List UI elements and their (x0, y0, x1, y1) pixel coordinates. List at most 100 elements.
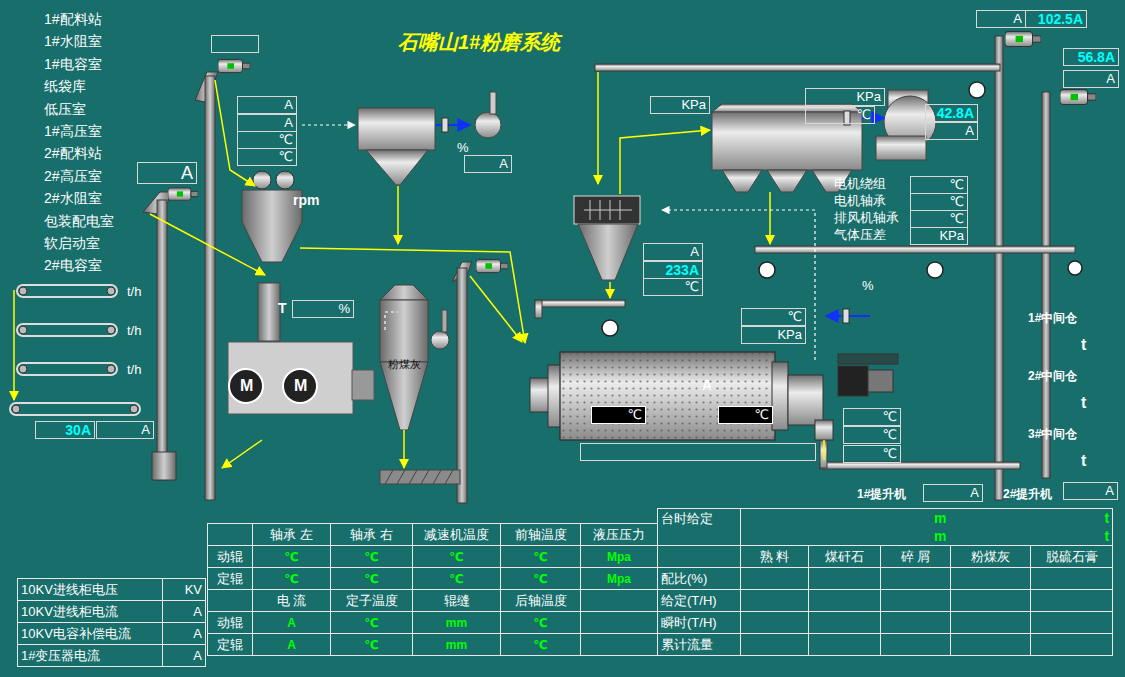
table-row: 定辊℃℃℃℃Mpa (208, 568, 658, 590)
belt-rollers (12, 287, 138, 413)
bin-unit: t (1081, 335, 1086, 354)
readout-value: % (338, 301, 350, 316)
roller-press (228, 171, 374, 414)
readout-box: KPa (805, 88, 885, 106)
table-cell: Mpa (581, 546, 658, 568)
table-cell: A (253, 612, 331, 634)
elevator-name: 1#提升机 (857, 487, 906, 501)
unit-text: A (163, 645, 206, 667)
screen-title: 石嘴山1#粉磨系统 (398, 30, 560, 54)
room-item: 2#高压室 (44, 165, 114, 187)
empty-readout (211, 35, 259, 53)
readout-value: ℃ (856, 107, 871, 122)
unit-text: A (287, 616, 296, 630)
readout-box: A (976, 10, 1026, 28)
table-row: 累计流量 (658, 634, 1113, 656)
elevator-name: 2#提升机 (1003, 487, 1052, 501)
setpoint-unit: t (1104, 509, 1109, 527)
unit-text: A (287, 638, 296, 652)
table-row: 10KV进线柜电压KV (18, 579, 206, 601)
table-row: 1#变压器电流A (18, 645, 206, 667)
feeder-rate-unit: t/h (127, 323, 141, 339)
readout-value: 30A (65, 422, 91, 438)
elevator-unit: A (970, 485, 979, 500)
setpoint-row: 台时给定mtmt (658, 509, 1113, 546)
fan-sensor-unit: ℃ (949, 194, 964, 209)
readout-value: KPa (681, 97, 706, 112)
table-cell (741, 568, 809, 590)
fan-sensor-box: KPa (910, 227, 968, 245)
readout-box: ℃ (805, 106, 875, 124)
unit-text: ℃ (284, 572, 299, 586)
setpoint-line: mt (744, 527, 1109, 545)
readout-value: A (284, 97, 293, 112)
table-cell (951, 568, 1031, 590)
fan-sensor-box: ℃ (910, 210, 968, 228)
table-row: 给定(T/H) (658, 590, 1113, 612)
room-list: 1#配料站1#水阻室1#电容室纸袋库低压室1#高压室2#配料站2#高压室2#水阻… (44, 8, 114, 277)
power-table: 10KV进线柜电压KV10KV进线柜电流A10KV电容补偿电流A1#变压器电流A (17, 578, 206, 667)
readout-box: A (96, 421, 154, 439)
readout-box: KPa (650, 96, 710, 114)
row-label: 10KV电容补偿电流 (18, 623, 163, 645)
motor-icon (1060, 90, 1096, 105)
table-cell (741, 590, 809, 612)
room-item: 2#配料站 (44, 142, 114, 164)
table-cell (881, 590, 951, 612)
fan-sensor-unit: ℃ (949, 211, 964, 226)
table-cell: ℃ (253, 546, 331, 568)
readout-value: A (1013, 11, 1022, 26)
column-header: 脱硫石膏 (1031, 546, 1113, 568)
column-header: 粉煤灰 (951, 546, 1031, 568)
room-item: 2#电容室 (44, 254, 114, 276)
unit-text: mm (446, 616, 467, 630)
room-item: 纸袋库 (44, 75, 114, 97)
column-header: 电 流 (253, 590, 331, 612)
table-row: 10KV进线柜电流A (18, 601, 206, 623)
table-cell (1031, 612, 1113, 634)
room-item: 1#水阻室 (44, 30, 114, 52)
readout-box: % (292, 300, 354, 318)
table-cell (809, 634, 881, 656)
room-item: 包装配电室 (44, 210, 114, 232)
diagram-label: T (278, 300, 287, 317)
readout-box: A (464, 155, 512, 173)
readout-box: A (137, 162, 197, 184)
readout-value: ℃ (278, 149, 293, 164)
fan-sensor-unit: ℃ (949, 177, 964, 192)
readout-box: 233A (643, 261, 703, 279)
room-item: 1#电容室 (44, 53, 114, 75)
column-header: 前轴温度 (501, 524, 581, 546)
separator (574, 196, 640, 280)
elevator-box: A (1063, 482, 1118, 500)
readout-value: ℃ (882, 409, 897, 424)
motor-icon (476, 259, 508, 272)
readout-value: A (499, 156, 508, 171)
fly-ash-silo (380, 285, 460, 484)
bin-name: 2#中间仓 (1028, 369, 1077, 383)
table-cell: ℃ (501, 634, 581, 656)
fan-sensor-label: 电机绕组 (834, 176, 886, 192)
fan-sensor-unit: KPa (939, 228, 964, 243)
readout-box: ℃ (843, 426, 901, 444)
table-cell: ℃ (331, 568, 413, 590)
column-header: 轴承 右 (331, 524, 413, 546)
readout-value: ℃ (787, 309, 802, 324)
feed-table: 台时给定mtmt熟 料煤矸石碎 屑粉煤灰脱硫石膏配比(%)给定(T/H)瞬时(T… (657, 508, 1113, 656)
table-cell (881, 568, 951, 590)
readout-value: 56.8A (1078, 49, 1115, 65)
table-cell (809, 612, 881, 634)
diagram-label: rpm (293, 192, 319, 209)
column-header: 碎 屑 (881, 546, 951, 568)
table-cell (951, 612, 1031, 634)
row-label: 定辊 (208, 568, 253, 590)
elevator-unit: A (1105, 483, 1114, 498)
readout-value: ℃ (684, 279, 699, 294)
readout-box: 30A (35, 421, 95, 439)
column-header: 煤矸石 (809, 546, 881, 568)
setpoint-line: mt (744, 509, 1109, 527)
table-cell (208, 590, 253, 612)
table-cell: A (253, 634, 331, 656)
row-label: 定辊 (208, 634, 253, 656)
unit-text: Mpa (607, 572, 631, 586)
